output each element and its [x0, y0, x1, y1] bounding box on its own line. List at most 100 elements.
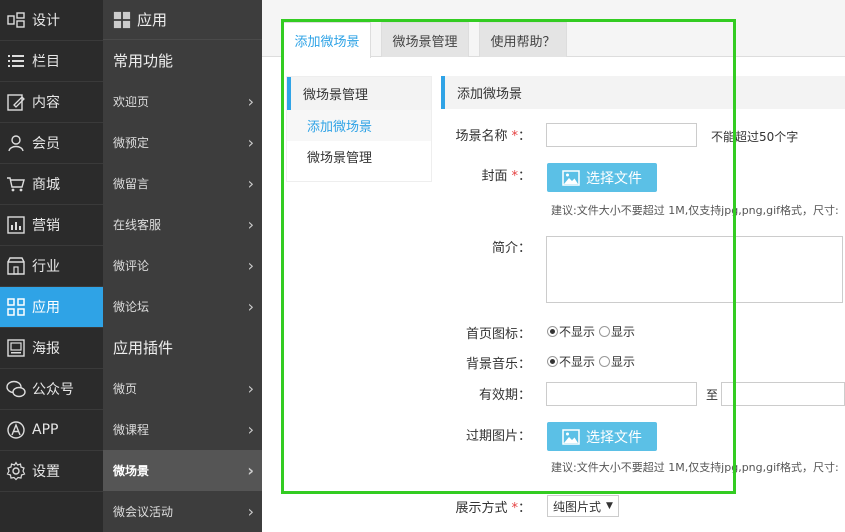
validity-to-text: 至: [706, 388, 719, 402]
menu-item-label: 微留言: [113, 177, 150, 191]
nav-item-design[interactable]: 设计: [0, 0, 103, 41]
bg-music-hide-radio[interactable]: [547, 356, 558, 367]
expired-image-label: 过期图片：: [465, 429, 531, 444]
nav-item-mall[interactable]: 商城: [0, 164, 103, 205]
section-common-title: 常用功能: [113, 52, 174, 70]
home-icon-hide-radio[interactable]: [547, 326, 558, 337]
chevron-right-icon: ›: [247, 133, 254, 152]
nav-item-settings[interactable]: 设置: [0, 451, 103, 492]
menu-item-label: 微评论: [113, 259, 150, 273]
chart-icon: [7, 216, 25, 234]
expired-choose-file-button[interactable]: 选择文件: [547, 422, 657, 451]
gear-icon: [6, 461, 26, 481]
tab-add-scene[interactable]: 添加微场景: [283, 22, 371, 58]
menu-item-welcome[interactable]: 欢迎页 ›: [103, 81, 262, 122]
menu-item-message[interactable]: 微留言 ›: [103, 163, 262, 204]
nav-item-label: 会员: [32, 136, 60, 152]
nav-item-official-account[interactable]: 公众号: [0, 369, 103, 410]
radio-label: 显示: [611, 325, 636, 339]
nav-item-column[interactable]: 栏目: [0, 41, 103, 82]
primary-sidebar: 设计 栏目 内容 会员 商城 营销 行业 应用 海报 公众号 APP 设置: [0, 0, 103, 532]
validity-label: 有效期：: [478, 388, 531, 403]
side-menu-scene-manage[interactable]: 微场景管理: [287, 141, 431, 172]
radio-label: 显示: [611, 355, 636, 369]
intro-label: 简介：: [491, 241, 531, 256]
nav-item-marketing[interactable]: 营销: [0, 205, 103, 246]
nav-item-label: 海报: [32, 341, 60, 357]
bg-music-radio-group: 不显示 显示: [547, 353, 635, 370]
display-mode-select[interactable]: 纯图片式 ▼: [547, 495, 619, 517]
scene-name-label: 场景名称 *：: [455, 129, 531, 144]
radio-label: 不显示: [559, 355, 596, 369]
cover-label-text: 封面: [481, 169, 508, 184]
choose-file-label: 选择文件: [586, 429, 642, 446]
menu-item-forum[interactable]: 微论坛 ›: [103, 286, 262, 327]
secondary-header-title: 应用: [137, 11, 168, 29]
chevron-right-icon: ›: [247, 297, 254, 316]
app-icon: [7, 421, 25, 439]
chevron-right-icon: ›: [247, 502, 254, 521]
menu-item-meeting[interactable]: 微会议活动 ›: [103, 491, 262, 532]
display-mode-label: 展示方式 *：: [455, 501, 531, 516]
expired-file-hint: 建议:文件大小不要超过 1M,仅支持jpg,png,gif格式，尺寸:: [551, 461, 839, 474]
nav-item-label: 应用: [32, 300, 60, 316]
edit-icon: [7, 94, 25, 111]
menu-item-micro-page[interactable]: 微页 ›: [103, 368, 262, 409]
bg-music-show-radio[interactable]: [599, 356, 611, 367]
side-menu: 微场景管理 添加微场景 微场景管理: [286, 76, 432, 182]
cover-choose-file-button[interactable]: 选择文件: [547, 163, 657, 192]
apps-grid-icon: [113, 11, 131, 28]
image-icon: [562, 169, 580, 186]
list-icon: [8, 55, 24, 67]
nav-item-apps[interactable]: 应用: [0, 287, 103, 328]
nav-item-industry[interactable]: 行业: [0, 246, 103, 287]
image-icon: [562, 428, 580, 445]
cover-file-hint: 建议:文件大小不要超过 1M,仅支持jpg,png,gif格式，尺寸:: [551, 204, 839, 217]
secondary-header: 应用: [103, 0, 262, 40]
nav-item-label: 设计: [32, 13, 60, 29]
menu-item-label: 微页: [113, 382, 138, 396]
scene-name-hint: 不能超过50个字: [711, 130, 799, 144]
required-mark: *: [511, 129, 518, 144]
nav-item-poster[interactable]: 海报: [0, 328, 103, 369]
validity-start-input[interactable]: [546, 382, 697, 406]
menu-item-course[interactable]: 微课程 ›: [103, 409, 262, 450]
menu-item-comment[interactable]: 微评论 ›: [103, 245, 262, 286]
design-icon: [7, 12, 25, 28]
form-header: 添加微场景: [441, 76, 845, 109]
intro-textarea[interactable]: [546, 236, 843, 303]
menu-item-scene[interactable]: 微场景 ›: [103, 450, 262, 491]
side-menu-add-scene[interactable]: 添加微场景: [287, 110, 431, 141]
cart-icon: [7, 177, 25, 192]
scene-name-input[interactable]: [546, 123, 697, 147]
menu-item-label: 微论坛: [113, 300, 150, 314]
menu-item-label: 微课程: [113, 423, 150, 437]
chevron-right-icon: ›: [247, 379, 254, 398]
required-mark: *: [511, 169, 518, 184]
cover-label: 封面 *：: [481, 169, 531, 184]
nav-item-content[interactable]: 内容: [0, 82, 103, 123]
required-mark: *: [511, 501, 518, 516]
menu-item-booking[interactable]: 微预定 ›: [103, 122, 262, 163]
apps-icon: [7, 298, 25, 316]
poster-icon: [7, 339, 25, 357]
nav-item-label: 设置: [32, 464, 60, 480]
user-icon: [8, 135, 24, 152]
home-icon-label: 首页图标：: [465, 327, 531, 342]
tab-help[interactable]: 使用帮助？: [479, 22, 567, 57]
nav-item-app[interactable]: APP: [0, 410, 103, 451]
nav-item-member[interactable]: 会员: [0, 123, 103, 164]
nav-item-label: 营销: [32, 218, 60, 234]
home-icon-show-radio[interactable]: [599, 326, 611, 337]
nav-item-label: 内容: [32, 95, 60, 111]
menu-item-label: 微预定: [113, 136, 150, 150]
nav-item-label: APP: [32, 422, 59, 438]
menu-item-label: 微场景: [113, 464, 150, 478]
home-icon-radio-group: 不显示 显示: [547, 323, 635, 340]
tab-scene-manage[interactable]: 微场景管理: [381, 22, 469, 57]
validity-end-input[interactable]: [721, 382, 845, 406]
side-menu-title: 微场景管理: [287, 77, 431, 110]
menu-item-label: 在线客服: [113, 218, 162, 232]
menu-item-customer-service[interactable]: 在线客服 ›: [103, 204, 262, 245]
store-icon: [7, 257, 25, 275]
